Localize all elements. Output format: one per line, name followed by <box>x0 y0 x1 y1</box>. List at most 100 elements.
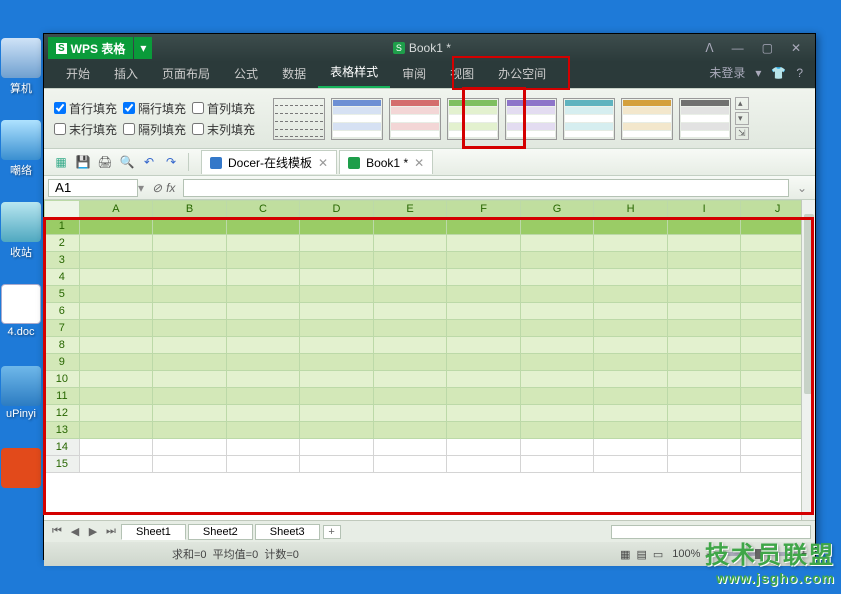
menu-tab-6[interactable]: 审阅 <box>390 61 438 88</box>
cell[interactable] <box>153 456 227 473</box>
cell[interactable] <box>373 337 447 354</box>
cell[interactable] <box>373 269 447 286</box>
style-swatch-0[interactable] <box>273 98 325 140</box>
col-header[interactable]: H <box>594 201 668 218</box>
cell[interactable] <box>153 354 227 371</box>
sheet-tab-1[interactable]: Sheet2 <box>188 524 253 540</box>
cell[interactable] <box>79 303 153 320</box>
cell[interactable] <box>594 439 668 456</box>
minimize-icon[interactable]: — <box>732 41 744 55</box>
check-4[interactable]: 隔列填充 <box>123 121 186 138</box>
style-swatch-3[interactable] <box>447 98 499 140</box>
redo-icon[interactable]: ↷ <box>160 151 182 173</box>
menu-tab-4[interactable]: 数据 <box>270 61 318 88</box>
cell[interactable] <box>79 235 153 252</box>
cell[interactable] <box>153 337 227 354</box>
cell[interactable] <box>153 422 227 439</box>
cell[interactable] <box>79 388 153 405</box>
close-icon[interactable]: ✕ <box>791 41 801 55</box>
col-header[interactable]: E <box>373 201 447 218</box>
cell[interactable] <box>520 354 594 371</box>
help-icon[interactable]: ? <box>796 66 803 80</box>
row-header[interactable]: 5 <box>45 286 80 303</box>
cell[interactable] <box>520 371 594 388</box>
print-icon[interactable]: 🖨 <box>94 151 116 173</box>
cell[interactable] <box>447 218 521 235</box>
cell[interactable] <box>300 371 374 388</box>
gallery-more-icon[interactable]: ⇲ <box>735 127 749 140</box>
cell[interactable] <box>153 269 227 286</box>
desktop-icon-wps[interactable] <box>0 448 42 490</box>
cell[interactable] <box>79 439 153 456</box>
cell[interactable] <box>373 303 447 320</box>
cell[interactable] <box>226 388 300 405</box>
gallery-down-icon[interactable]: ▾ <box>735 112 749 125</box>
cell[interactable] <box>79 354 153 371</box>
sheet-tab-2[interactable]: Sheet3 <box>255 524 320 540</box>
cell[interactable] <box>447 456 521 473</box>
desktop-icon-recycle[interactable]: 收站 <box>0 202 42 260</box>
app-logo[interactable]: SWPS 表格 <box>48 37 133 59</box>
cell[interactable] <box>300 218 374 235</box>
style-swatch-4[interactable] <box>505 98 557 140</box>
cell[interactable] <box>667 405 741 422</box>
cell[interactable] <box>79 405 153 422</box>
close-tab-icon[interactable]: ✕ <box>318 156 328 170</box>
style-swatch-6[interactable] <box>621 98 673 140</box>
cell[interactable] <box>447 439 521 456</box>
cell[interactable] <box>520 218 594 235</box>
spreadsheet-grid[interactable]: ABCDEFGHIJ123456789101112131415 <box>44 200 815 473</box>
cell[interactable] <box>79 286 153 303</box>
cell[interactable] <box>373 218 447 235</box>
cell[interactable] <box>300 303 374 320</box>
check-3[interactable]: 末行填充 <box>54 121 117 138</box>
skin-icon[interactable]: 👕 <box>771 66 786 80</box>
desktop-icon-pinyin[interactable]: uPinyi <box>0 366 42 420</box>
cell[interactable] <box>447 371 521 388</box>
formula-bar[interactable] <box>183 179 789 197</box>
prev-sheet-icon[interactable]: ◀ <box>66 525 84 538</box>
row-header[interactable]: 4 <box>45 269 80 286</box>
cell[interactable] <box>447 303 521 320</box>
cell[interactable] <box>79 218 153 235</box>
col-header[interactable]: F <box>447 201 521 218</box>
cell[interactable] <box>153 286 227 303</box>
cell[interactable] <box>667 320 741 337</box>
cell[interactable] <box>373 320 447 337</box>
cell[interactable] <box>153 303 227 320</box>
app-menu-dropdown[interactable]: ▾ <box>134 37 152 59</box>
cell[interactable] <box>447 422 521 439</box>
cell[interactable] <box>594 252 668 269</box>
cell[interactable] <box>373 235 447 252</box>
undo-icon[interactable]: ↶ <box>138 151 160 173</box>
cell[interactable] <box>226 337 300 354</box>
cell[interactable] <box>447 252 521 269</box>
last-sheet-icon[interactable]: ⏭ <box>102 525 120 538</box>
cell[interactable] <box>79 252 153 269</box>
cell[interactable] <box>300 320 374 337</box>
first-sheet-icon[interactable]: ⏮ <box>48 525 66 538</box>
cell[interactable] <box>79 422 153 439</box>
row-header[interactable]: 9 <box>45 354 80 371</box>
row-header[interactable]: 10 <box>45 371 80 388</box>
style-swatch-1[interactable] <box>331 98 383 140</box>
cell[interactable] <box>226 303 300 320</box>
cell[interactable] <box>594 388 668 405</box>
col-header[interactable]: C <box>226 201 300 218</box>
cell[interactable] <box>594 269 668 286</box>
cell[interactable] <box>520 320 594 337</box>
desktop-icon-network[interactable]: 嘲络 <box>0 120 42 178</box>
cell[interactable] <box>153 371 227 388</box>
cell[interactable] <box>594 456 668 473</box>
cell[interactable] <box>79 337 153 354</box>
row-header[interactable]: 13 <box>45 422 80 439</box>
cell[interactable] <box>373 388 447 405</box>
cell[interactable] <box>79 456 153 473</box>
col-header[interactable]: D <box>300 201 374 218</box>
cell[interactable] <box>594 337 668 354</box>
cell[interactable] <box>226 405 300 422</box>
cell[interactable] <box>153 218 227 235</box>
style-swatch-7[interactable] <box>679 98 731 140</box>
row-header[interactable]: 1 <box>45 218 80 235</box>
row-header[interactable]: 3 <box>45 252 80 269</box>
